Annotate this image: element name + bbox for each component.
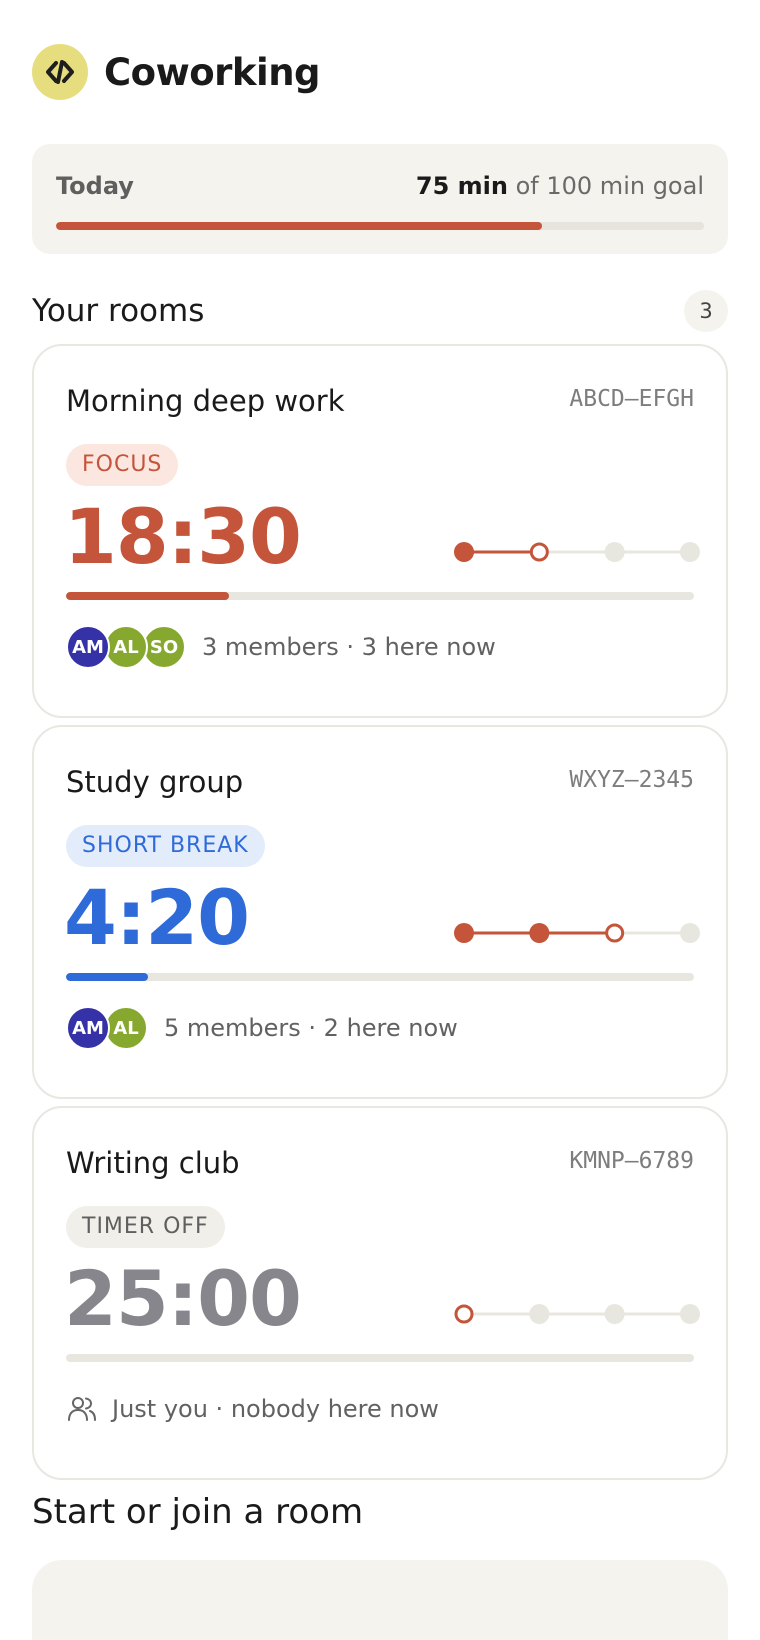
people-icon [68, 1397, 96, 1421]
today-goal-text: of 100 min goal [515, 172, 704, 200]
room-footer: AM AL SO 3 members · 3 here now [66, 624, 496, 670]
member-avatar: AM [66, 625, 110, 669]
session-dot-done [454, 542, 474, 562]
session-dot-upcoming [680, 542, 700, 562]
today-minutes: 75 min [415, 172, 508, 200]
member-avatar: AL [104, 625, 148, 669]
room-members-status: 5 members · 2 here now [164, 1014, 458, 1042]
room-code[interactable]: WXYZ–2345 [569, 767, 694, 793]
member-avatar: SO [142, 625, 186, 669]
room-card[interactable]: Study group WXYZ–2345 SHORT BREAK 4:20 A… [32, 725, 728, 1099]
today-progress-card: Today 75 min of 100 min goal [32, 144, 728, 254]
timer-progress-fill [66, 973, 148, 981]
session-progress-dots [454, 542, 700, 562]
room-name: Writing club [66, 1146, 240, 1180]
room-members-status: Just you · nobody here now [112, 1395, 439, 1423]
room-code[interactable]: ABCD–EFGH [569, 386, 694, 412]
session-dot-upcoming [604, 1304, 625, 1324]
today-progress-fill [56, 222, 542, 230]
room-timer: 18:30 [64, 492, 302, 581]
room-timer: 25:00 [64, 1254, 302, 1343]
session-progress-dots [454, 923, 700, 943]
member-avatar: AM [66, 1006, 110, 1050]
session-progress-dots [454, 1304, 700, 1324]
app-logo [32, 44, 88, 100]
session-dot-upcoming [604, 542, 625, 562]
status-badge: TIMER OFF [66, 1206, 225, 1248]
timer-progress-bar [66, 592, 694, 600]
session-dot-current [454, 1304, 474, 1324]
room-members-status: 3 members · 3 here now [202, 633, 496, 661]
start-join-title: Start or join a room [32, 1492, 364, 1532]
member-avatar: AL [104, 1006, 148, 1050]
room-footer: Just you · nobody here now [66, 1386, 439, 1432]
timer-progress-bar [66, 973, 694, 981]
app-header: Coworking [32, 44, 321, 100]
session-dot-upcoming [680, 1304, 700, 1324]
room-footer: AM AL 5 members · 2 here now [66, 1005, 458, 1051]
status-badge: FOCUS [66, 444, 179, 486]
room-card[interactable]: Morning deep work ABCD–EFGH FOCUS 18:30 … [32, 344, 728, 718]
session-dot-done [529, 923, 550, 943]
room-code[interactable]: KMNP–6789 [569, 1148, 694, 1174]
today-label: Today [56, 172, 134, 200]
member-avatars: AM AL [66, 1006, 148, 1050]
rooms-section-header: Your rooms 3 [32, 290, 728, 332]
status-badge: SHORT BREAK [66, 825, 265, 867]
session-dot-done [454, 923, 474, 943]
session-dot-current [529, 542, 549, 562]
code-bracket-icon [46, 60, 74, 84]
room-name: Morning deep work [66, 384, 345, 418]
today-progress-bar [56, 222, 704, 230]
rooms-count-badge: 3 [684, 290, 728, 332]
app-title: Coworking [104, 50, 321, 94]
member-avatars: AM AL SO [66, 625, 186, 669]
session-dot-upcoming [680, 923, 700, 943]
room-timer: 4:20 [64, 873, 250, 962]
session-dot-upcoming [529, 1304, 550, 1324]
today-goal-summary: 75 min of 100 min goal [416, 172, 704, 200]
room-card[interactable]: Writing club KMNP–6789 TIMER OFF 25:00 J… [32, 1106, 728, 1480]
start-join-card[interactable] [32, 1560, 728, 1640]
timer-progress-fill [66, 592, 230, 600]
room-name: Study group [66, 765, 244, 799]
timer-progress-bar [66, 1354, 694, 1362]
session-dot-current [605, 923, 625, 943]
rooms-title: Your rooms [32, 293, 205, 329]
